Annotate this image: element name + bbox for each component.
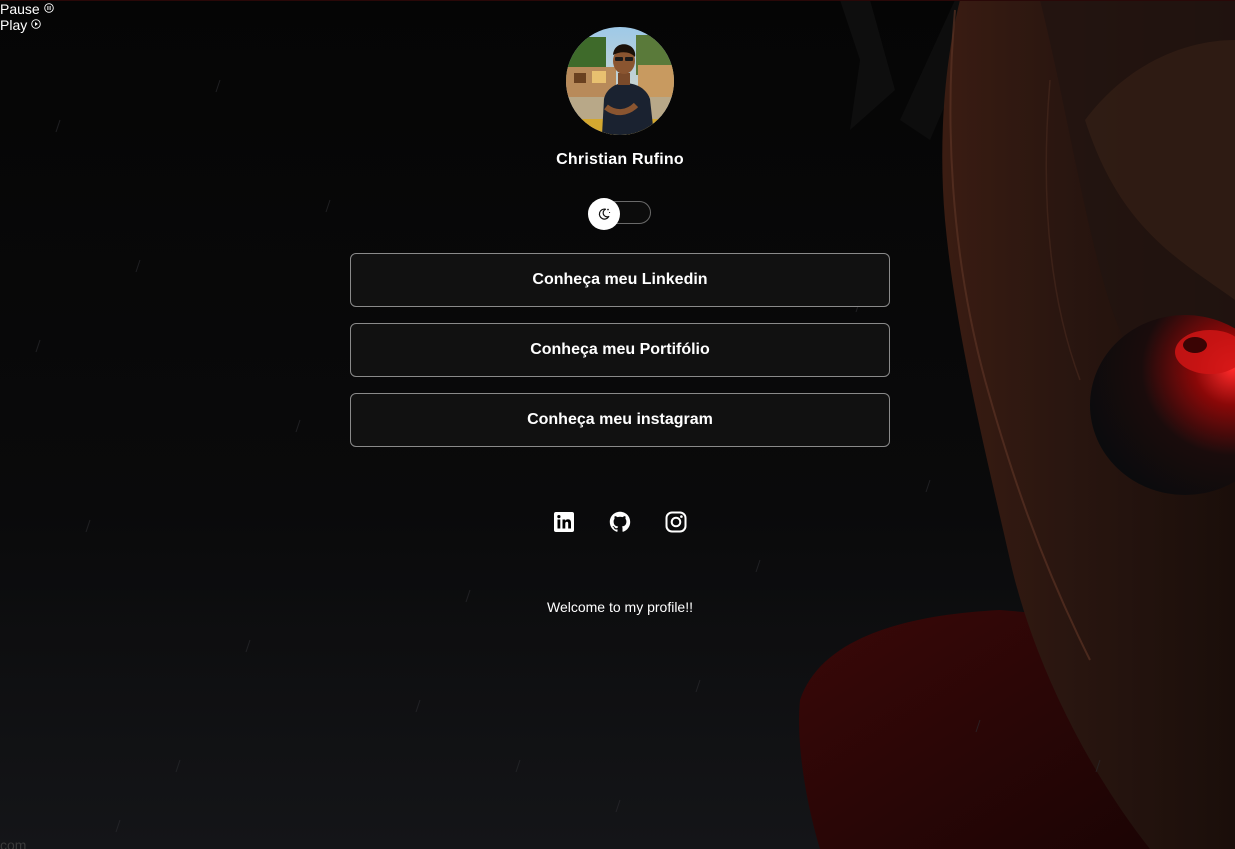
link-label: Conheça meu Portifólio [530, 341, 710, 358]
media-controls: Pause Play [0, 1, 54, 33]
play-button[interactable]: Play [0, 17, 54, 33]
pause-circle-icon [43, 2, 54, 13]
social-links [552, 510, 688, 534]
avatar [566, 27, 674, 135]
moon-icon [598, 208, 611, 220]
instagram-link-button[interactable]: Conheça meu instagram [350, 393, 890, 447]
footer-fragment: com [0, 837, 27, 849]
welcome-message: Welcome to my profile!! [546, 599, 693, 615]
linkedin-icon[interactable] [552, 510, 576, 534]
link-label: Conheça meu Linkedin [532, 271, 708, 288]
theme-toggle[interactable] [588, 198, 651, 230]
profile-photo [566, 27, 674, 135]
play-label: Play [0, 17, 28, 33]
top-border [0, 0, 1235, 1]
github-icon[interactable] [608, 510, 632, 534]
link-list: Conheça meu Linkedin Conheça meu Portifó… [350, 253, 890, 463]
toggle-knob [588, 198, 620, 230]
link-label: Conheça meu instagram [527, 411, 713, 428]
profile-name: Christian Rufino [556, 151, 684, 168]
instagram-icon[interactable] [664, 510, 688, 534]
linkedin-link-button[interactable]: Conheça meu Linkedin [350, 253, 890, 307]
play-circle-icon [31, 18, 41, 29]
pause-label: Pause [0, 1, 40, 17]
pause-button[interactable]: Pause [0, 1, 54, 17]
portfolio-link-button[interactable]: Conheça meu Portifólio [350, 323, 890, 377]
